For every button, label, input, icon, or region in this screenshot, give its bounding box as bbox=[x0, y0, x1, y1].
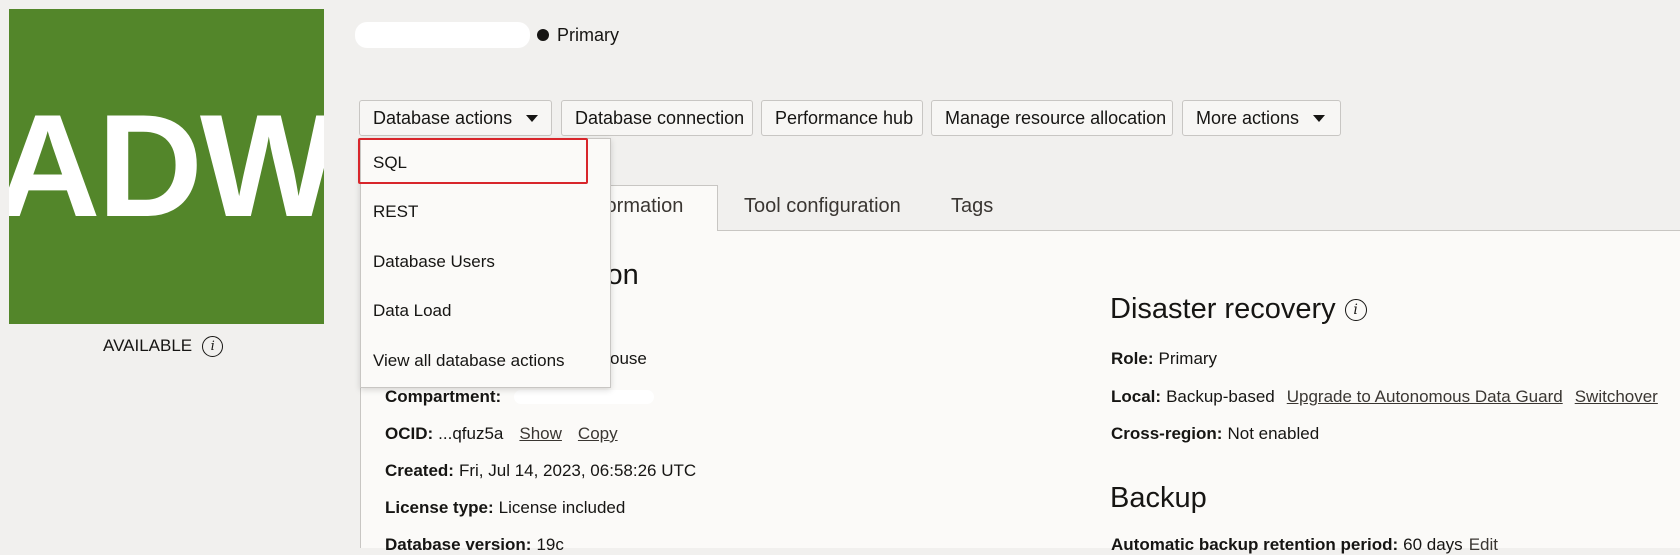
disaster-recovery-title: Disaster recovery bbox=[1110, 293, 1336, 325]
manage-resource-allocation-button[interactable]: Manage resource allocation bbox=[931, 100, 1173, 136]
menu-item-data-load[interactable]: Data Load bbox=[373, 301, 451, 321]
backup-retention-label: Automatic backup retention period: bbox=[1111, 535, 1399, 554]
created-value: Fri, Jul 14, 2023, 06:58:26 UTC bbox=[458, 461, 697, 480]
database-connection-label: Database connection bbox=[575, 107, 745, 128]
tab-tags[interactable]: Tags bbox=[951, 195, 993, 218]
state-label: AVAILABLE bbox=[103, 336, 193, 355]
switchover-link[interactable]: Switchover bbox=[1575, 387, 1658, 407]
database-actions-label: Database actions bbox=[373, 107, 513, 128]
license-label: License type: bbox=[385, 498, 494, 517]
info-icon[interactable]: i bbox=[1344, 298, 1367, 321]
tab-tool-configuration[interactable]: Tool configuration bbox=[744, 195, 901, 218]
menu-item-view-all-actions[interactable]: View all database actions bbox=[373, 351, 565, 371]
redacted-compartment bbox=[514, 390, 655, 404]
backup-heading: Backup bbox=[1110, 482, 1207, 514]
role-label: Primary bbox=[557, 24, 619, 45]
manage-resource-allocation-label: Manage resource allocation bbox=[945, 107, 1167, 128]
upgrade-data-guard-link[interactable]: Upgrade to Autonomous Data Guard bbox=[1287, 387, 1563, 407]
redacted-database-name bbox=[355, 22, 530, 48]
more-actions-label: More actions bbox=[1196, 107, 1300, 128]
license-value: License included bbox=[498, 498, 626, 517]
performance-hub-button[interactable]: Performance hub bbox=[761, 100, 923, 136]
ocid-copy-link[interactable]: Copy bbox=[578, 424, 618, 444]
dr-local-label: Local: bbox=[1111, 387, 1162, 406]
role-badge: Primary bbox=[537, 22, 619, 48]
license-row: License type: License included bbox=[385, 498, 625, 518]
more-actions-button[interactable]: More actions bbox=[1182, 100, 1341, 136]
database-actions-button[interactable]: Database actions bbox=[359, 100, 552, 136]
backup-retention-value: 60 days bbox=[1403, 535, 1463, 554]
caret-down-icon bbox=[526, 114, 539, 122]
dr-local-row: Local: Backup-based Upgrade to Autonomou… bbox=[1111, 387, 1658, 407]
database-tile: ADW bbox=[9, 9, 324, 324]
dr-cross-region-row: Cross-region: Not enabled bbox=[1111, 424, 1319, 444]
menu-item-database-users[interactable]: Database Users bbox=[373, 252, 495, 272]
status-dot-icon bbox=[537, 29, 549, 41]
tile-text: ADW bbox=[9, 84, 324, 247]
ocid-row: OCID: ...qfuz5a Show Copy bbox=[385, 424, 618, 444]
backup-edit-link[interactable]: Edit bbox=[1469, 535, 1498, 555]
workload-value: ouse bbox=[610, 349, 647, 368]
disaster-recovery-heading: Disaster recovery i bbox=[1110, 293, 1367, 326]
version-label: Database version: bbox=[385, 535, 532, 554]
dr-role-label: Role: bbox=[1111, 349, 1154, 368]
compartment-label: Compartment: bbox=[385, 387, 502, 406]
performance-hub-label: Performance hub bbox=[775, 107, 914, 128]
backup-retention-row: Automatic backup retention period: 60 da… bbox=[1111, 535, 1498, 555]
version-row: Database version: 19c bbox=[385, 535, 564, 555]
info-icon[interactable]: i bbox=[202, 335, 224, 357]
created-label: Created: bbox=[385, 461, 454, 480]
dr-local-value: Backup-based bbox=[1166, 387, 1275, 406]
caret-down-icon bbox=[1313, 114, 1326, 122]
sql-highlight-box bbox=[358, 138, 588, 184]
lifecycle-state: AVAILABLE i bbox=[103, 333, 224, 359]
dr-cross-region-label: Cross-region: bbox=[1111, 424, 1223, 443]
dr-role-row: Role: Primary bbox=[1111, 349, 1217, 369]
database-connection-button[interactable]: Database connection bbox=[561, 100, 753, 136]
version-value: 19c bbox=[536, 535, 564, 554]
menu-item-rest[interactable]: REST bbox=[373, 202, 418, 222]
created-row: Created: Fri, Jul 14, 2023, 06:58:26 UTC bbox=[385, 461, 696, 481]
dr-cross-region-value: Not enabled bbox=[1227, 424, 1320, 443]
dr-role-value: Primary bbox=[1158, 349, 1218, 368]
compartment-row: Compartment: bbox=[385, 387, 655, 407]
tab-general-information-label: formation bbox=[600, 195, 684, 217]
ocid-label: OCID: bbox=[385, 424, 434, 443]
ocid-show-link[interactable]: Show bbox=[519, 424, 562, 444]
ocid-value: ...qfuz5a bbox=[438, 424, 504, 443]
